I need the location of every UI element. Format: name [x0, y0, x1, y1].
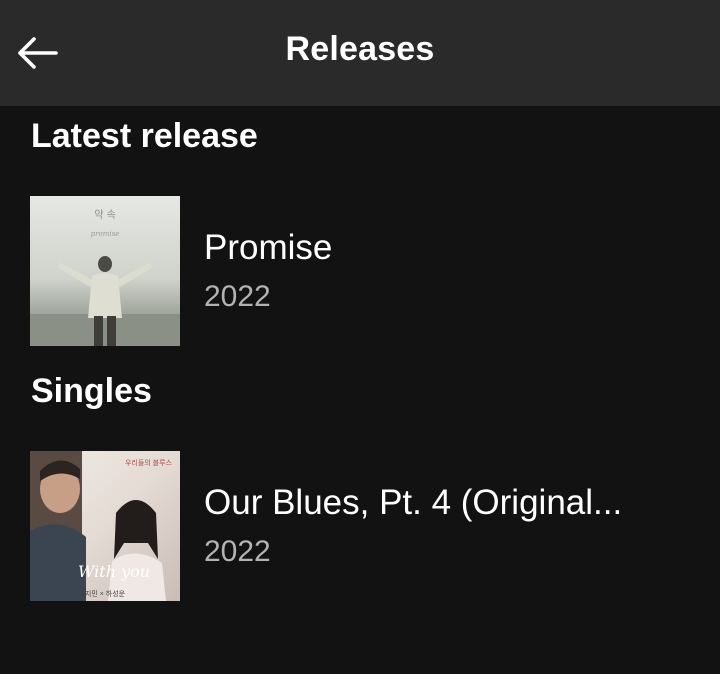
cover-subtitle-text: promise — [91, 230, 120, 238]
album-art-image: With you 우리들의 블루스 지민 × 하성운 — [30, 451, 180, 601]
release-item-our-blues[interactable]: With you 우리들의 블루스 지민 × 하성운 Our Blues, Pt… — [0, 451, 720, 601]
album-art-image: 약 속 promise — [30, 196, 180, 346]
cover-badge-text: 우리들의 블루스 — [125, 458, 173, 467]
page-title: Releases — [285, 30, 435, 68]
release-title: Our Blues, Pt. 4 (Original... — [204, 483, 623, 522]
cover-title-text: With you — [78, 562, 150, 581]
release-title: Promise — [204, 228, 333, 267]
album-cover-promise[interactable]: 약 속 promise — [30, 196, 180, 346]
release-year: 2022 — [204, 535, 271, 568]
cover-artists-text: 지민 × 하성운 — [85, 589, 126, 598]
album-cover-our-blues[interactable]: With you 우리들의 블루스 지민 × 하성운 — [30, 451, 180, 601]
section-heading-latest-release: Latest release — [31, 117, 258, 155]
release-year: 2022 — [204, 280, 271, 313]
cover-title-text: 약 속 — [94, 209, 116, 221]
release-item-promise[interactable]: 약 속 promise Promise 2022 — [0, 196, 720, 346]
top-bar: Releases — [0, 0, 720, 106]
section-heading-singles: Singles — [31, 372, 152, 410]
